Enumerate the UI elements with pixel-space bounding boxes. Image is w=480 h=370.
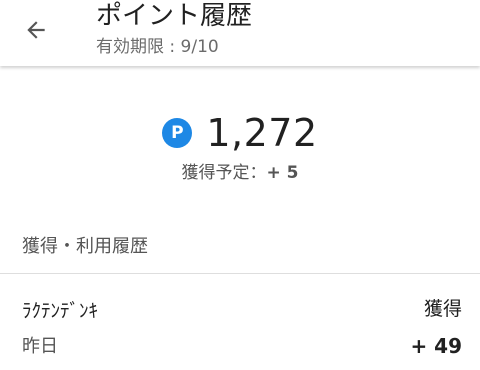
history-list-item[interactable]: ﾗｸﾃﾝﾃﾞﾝｷ 昨日 獲得 + 49: [0, 288, 480, 370]
point-balance-value: 1,272: [206, 111, 318, 155]
expiry-date: 有効期限 : 9/10: [96, 37, 219, 57]
pending-points-value: + 5: [266, 163, 299, 183]
app-header: ポイント履歴 有効期限 : 9/10: [0, 0, 480, 66]
page-title: ポイント履歴: [96, 1, 253, 31]
history-item-date: 昨日: [22, 336, 58, 357]
pending-points-label: 獲得予定：: [181, 163, 267, 183]
point-badge-letter: P: [171, 122, 184, 143]
history-section-title: 獲得・利用履歴: [22, 236, 148, 257]
history-item-name: ﾗｸﾃﾝﾃﾞﾝｷ: [22, 300, 99, 322]
point-balance: P 1,272: [0, 110, 480, 156]
arrow-left-icon: [27, 21, 45, 39]
divider: [0, 273, 480, 274]
back-button[interactable]: [12, 12, 60, 48]
pending-points: 獲得予定：+ 5: [0, 160, 480, 186]
history-item-amount: + 49: [410, 334, 462, 358]
history-item-type: 獲得: [423, 298, 462, 320]
point-history-screen: ポイント履歴 有効期限 : 9/10 P 1,272 獲得予定：+ 5 獲得・利…: [0, 0, 480, 370]
point-p-icon: P: [162, 118, 193, 148]
